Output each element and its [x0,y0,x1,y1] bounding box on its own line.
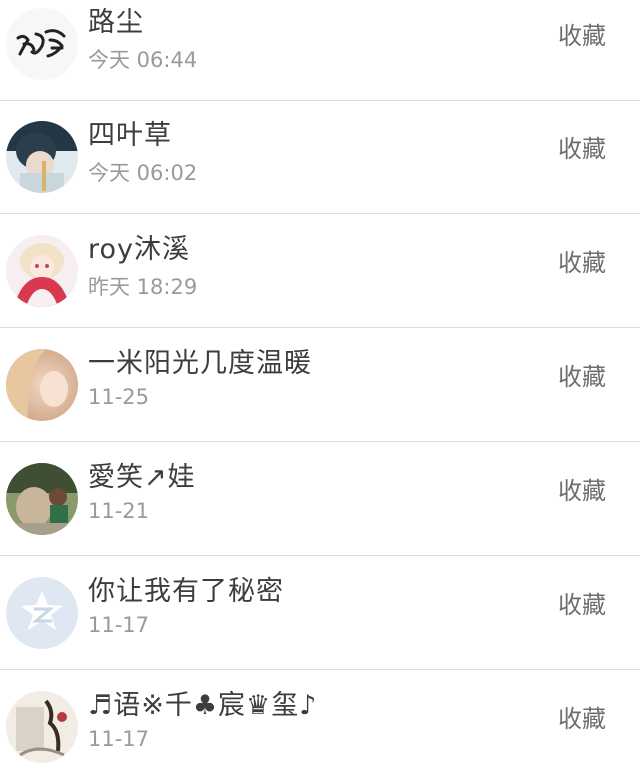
list-item[interactable]: ♬语※千♣宸♛玺♪ 11-17 收藏 [0,671,640,764]
favorite-button[interactable]: 收藏 [558,243,606,278]
contact-name: 你让我有了秘密 [88,576,284,607]
contact-time: 11-17 [88,727,150,751]
favorite-button[interactable]: 收藏 [558,585,606,620]
avatar[interactable] [6,349,78,421]
contact-time: 昨天 18:29 [88,275,198,299]
list-item[interactable]: 路尘 今天 06:44 收藏 [0,0,640,101]
avatar[interactable] [6,8,78,80]
contact-name: ♬语※千♣宸♛玺♪ [88,690,318,721]
list-item[interactable]: 四叶草 今天 06:02 收藏 [0,101,640,214]
contact-name: 四叶草 [88,120,172,151]
contact-time: 11-21 [88,499,150,523]
contact-name: 一米阳光几度温暖 [88,348,312,379]
favorite-button[interactable]: 收藏 [558,129,606,164]
contact-time: 今天 06:02 [88,161,198,185]
avatar[interactable] [6,691,78,763]
friend-list: 路尘 今天 06:44 收藏 四叶草 今天 06:02 收藏 roy沐溪 昨天 … [0,0,640,764]
contact-name: roy沐溪 [88,234,191,265]
contact-time: 11-17 [88,613,150,637]
contact-time: 11-25 [88,385,150,409]
list-item[interactable]: roy沐溪 昨天 18:29 收藏 [0,215,640,328]
contact-name: 路尘 [88,7,144,38]
avatar[interactable] [6,235,78,307]
list-item[interactable]: 你让我有了秘密 11-17 收藏 [0,557,640,670]
avatar[interactable] [6,463,78,535]
favorite-button[interactable]: 收藏 [558,699,606,734]
avatar[interactable] [6,121,78,193]
favorite-button[interactable]: 收藏 [558,357,606,392]
favorite-button[interactable]: 收藏 [558,471,606,506]
avatar[interactable] [6,577,78,649]
contact-time: 今天 06:44 [88,48,198,72]
list-item[interactable]: 一米阳光几度温暖 11-25 收藏 [0,329,640,442]
contact-name: 愛笑↗娃 [88,462,196,493]
favorite-button[interactable]: 收藏 [558,16,606,51]
list-item[interactable]: 愛笑↗娃 11-21 收藏 [0,443,640,556]
